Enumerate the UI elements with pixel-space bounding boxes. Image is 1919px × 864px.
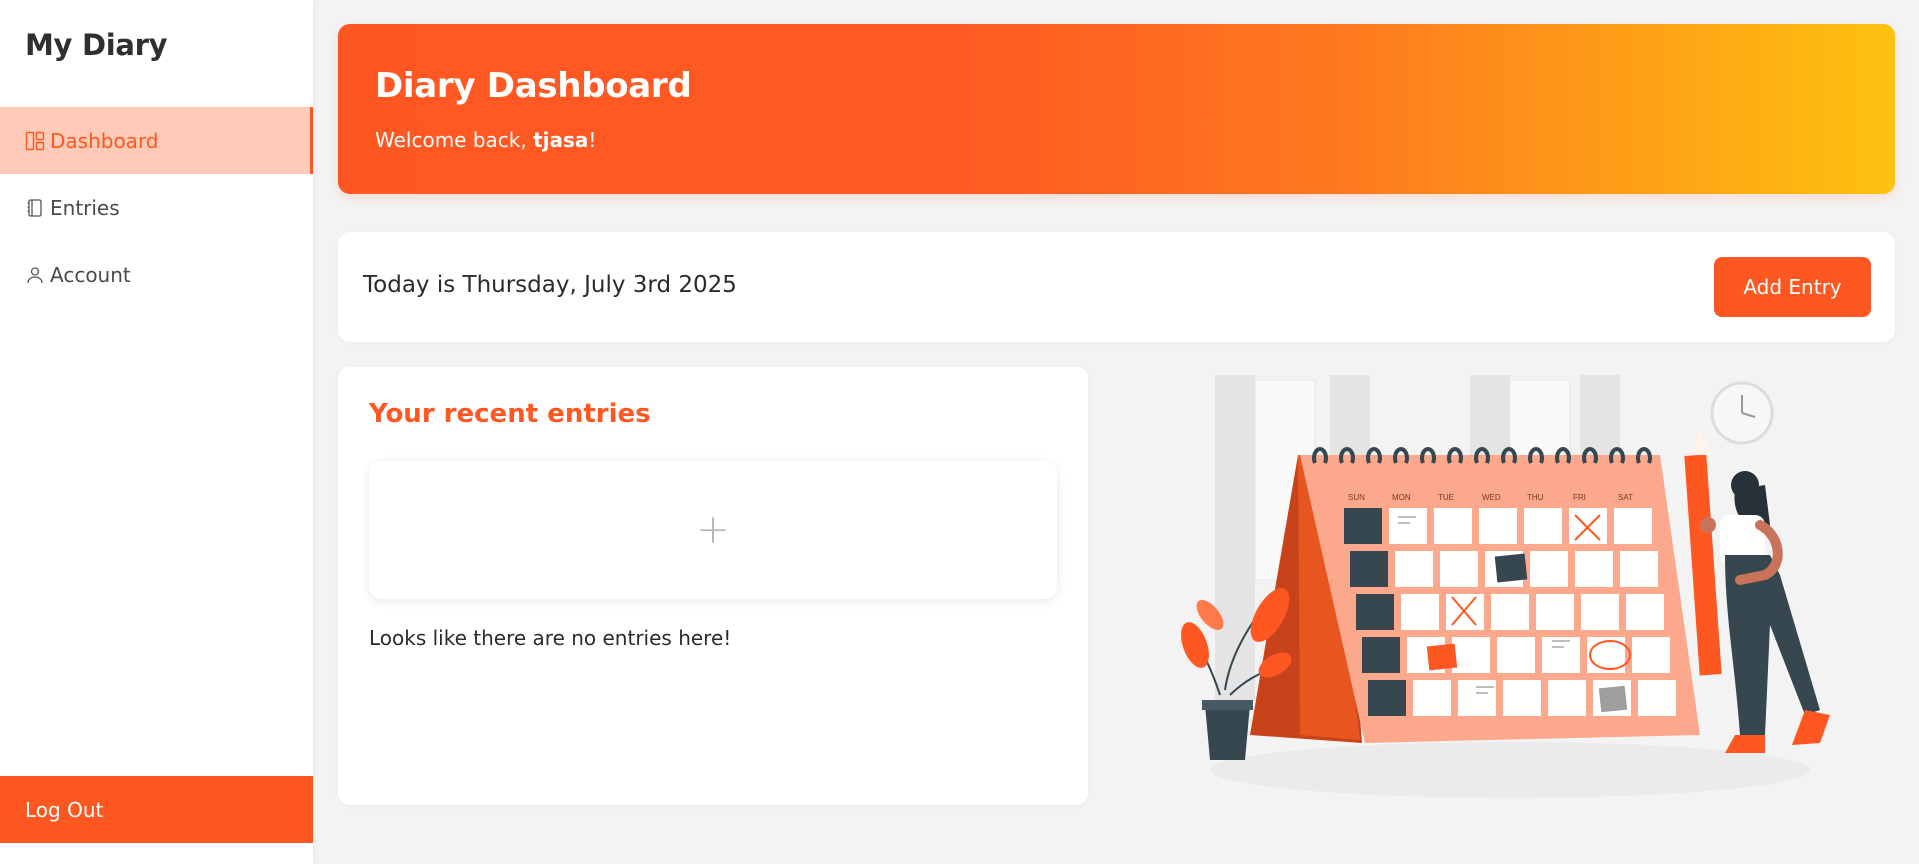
add-entry-button[interactable]: Add Entry — [1714, 257, 1871, 317]
sidebar-item-account[interactable]: Account — [0, 241, 313, 308]
weekday-label: MON — [1392, 493, 1411, 502]
sidebar-item-label: Dashboard — [50, 128, 159, 153]
date-card: Today is Thursday, July 3rd 2025 Add Ent… — [338, 232, 1895, 342]
dashboard-icon — [25, 131, 45, 150]
sidebar: My Diary Dashboard Entries Account Log O… — [0, 0, 313, 864]
weekday-label: WED — [1482, 493, 1501, 502]
username: tjasa — [533, 128, 589, 152]
weekday-label: SUN — [1348, 493, 1365, 502]
recent-entries-card: Your recent entries + Looks like there a… — [338, 367, 1088, 805]
weekday-label: FRI — [1573, 493, 1586, 502]
empty-entries-message: Looks like there are no entries here! — [369, 626, 732, 650]
logout-button[interactable]: Log Out — [0, 776, 313, 843]
recent-entries-title: Your recent entries — [369, 399, 651, 429]
welcome-prefix: Welcome back, — [375, 128, 534, 152]
user-icon — [27, 266, 43, 283]
sidebar-item-dashboard[interactable]: Dashboard — [0, 107, 313, 174]
plus-icon: + — [696, 507, 730, 553]
sidebar-item-entries[interactable]: Entries — [0, 174, 313, 241]
welcome-message: Welcome back, tjasa! — [375, 128, 596, 152]
weekday-label: SAT — [1618, 493, 1633, 502]
welcome-suffix: ! — [588, 128, 597, 152]
notebook-icon — [27, 198, 42, 217]
dashboard-banner: Diary Dashboard Welcome back, tjasa! — [338, 24, 1895, 194]
page-title: Diary Dashboard — [375, 66, 692, 106]
app-brand: My Diary — [25, 28, 168, 62]
today-date: Today is Thursday, July 3rd 2025 — [363, 272, 737, 298]
calendar-illustration: SUN MON TUE WED THU FRI SAT — [1181, 375, 1830, 798]
sidebar-item-label: Entries — [50, 195, 120, 220]
sidebar-item-label: Account — [50, 262, 131, 287]
add-entry-tile[interactable]: + — [369, 461, 1057, 599]
weekday-label: TUE — [1438, 493, 1454, 502]
sidebar-nav: Dashboard Entries Account — [0, 107, 313, 308]
weekday-label: THU — [1527, 493, 1544, 502]
